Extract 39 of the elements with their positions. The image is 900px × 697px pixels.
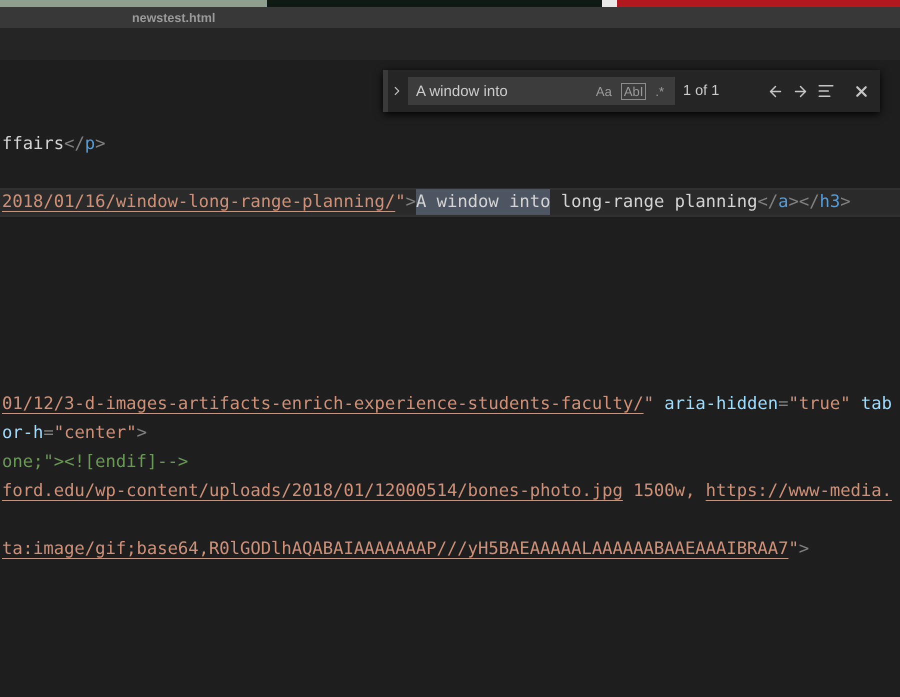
string-value: " [788,538,799,559]
text-content: ffairs [2,134,64,154]
option-toggle[interactable]: Aa [592,82,615,100]
tag-name: a [778,192,788,212]
match-count: 1 of 1 [683,83,720,99]
url-link[interactable]: 01/12/3-d-images-artifacts-enrich-experience-students-faculty/ [2,394,644,414]
punctuation: = [778,394,788,414]
url-link[interactable]: https://www-media. [706,481,892,502]
punctuation: = [43,423,54,444]
string-value: "center" [54,423,137,444]
url-link[interactable]: ford.edu/wp-content/uploads/2018/01/12000514/bones-photo.jpg [2,481,623,502]
tag-name: h3 [820,192,840,212]
lines-icon [817,82,835,100]
comment-text: one;"><![endif]--> [2,452,188,472]
search-match: A window into [416,189,550,216]
file-title: newstest.html [132,10,216,24]
punctuation: > [406,192,416,212]
option-toggle[interactable]: .* [652,82,667,100]
find-in-selection-button[interactable] [817,82,835,100]
find-field[interactable]: A window into Aa AbI .* [408,77,675,105]
attribute-name: tab [860,394,892,414]
option-toggle[interactable]: AbI [620,82,646,100]
punctuation: > [798,538,810,559]
punctuation: > [95,134,106,154]
string-value: "true" [788,394,851,414]
url-link[interactable]: ta:image/gif;base64,R0lGODlhAQABAIAAAAAAAP///yH5BAEAAAAALAAAAAABAAEAAAIBRAA7 [2,538,788,559]
punctuation: > [840,192,851,212]
url-link[interactable]: 2018/01/16/window-long-range-planning/ [2,192,396,212]
text-content: long-range planning [560,192,758,212]
string-value: " [395,192,406,212]
string-value: 1500w, [632,481,696,502]
tag-name: p [84,134,96,154]
string-value: " [644,394,654,414]
punctuation: ></ [788,192,820,212]
attribute-name: aria-hidden [663,394,778,414]
punctuation: > [136,423,147,444]
punctuation: </ [757,192,778,212]
attribute-name: or-h [2,423,44,444]
punctuation: </ [64,134,85,154]
